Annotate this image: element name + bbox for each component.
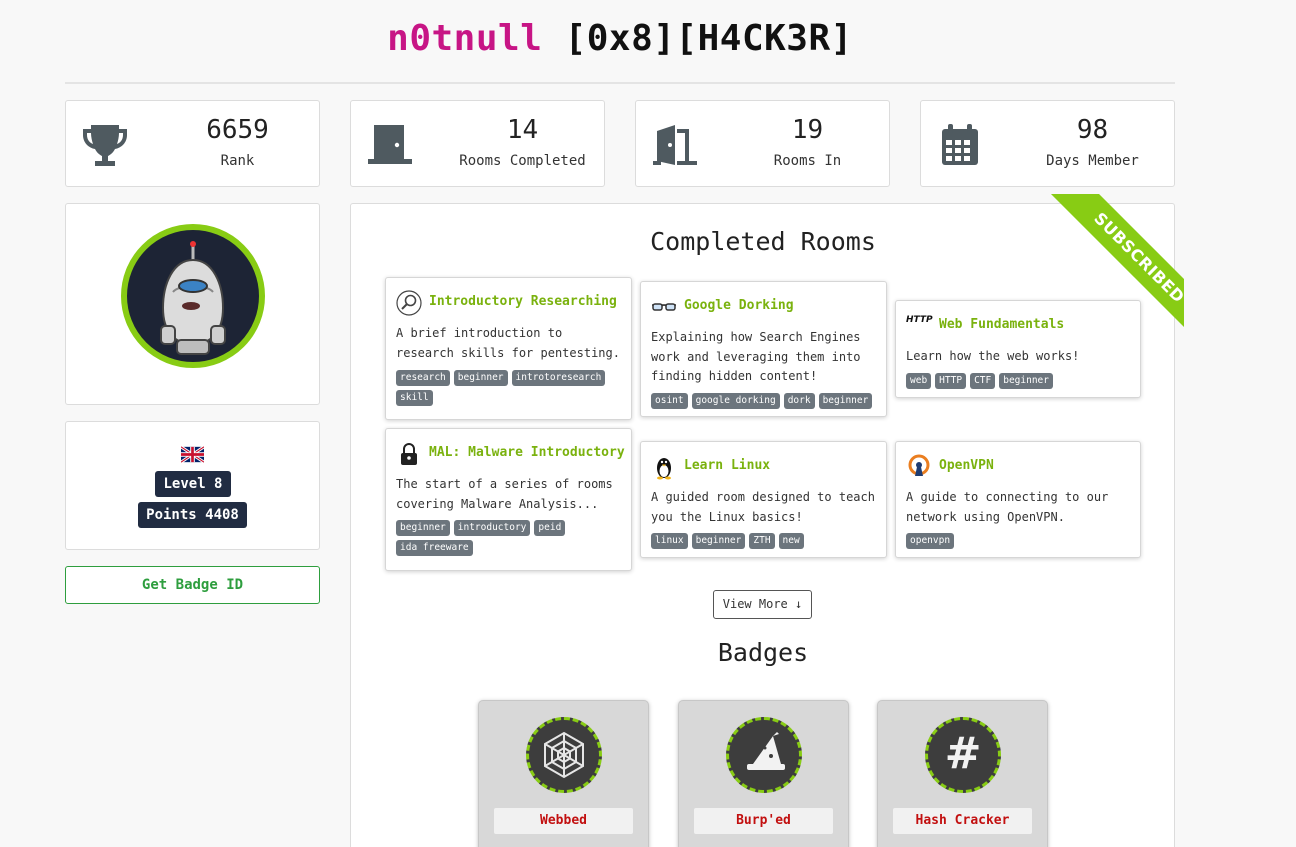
room-title[interactable]: Google Dorking (684, 298, 794, 313)
glasses-icon (652, 303, 676, 311)
room-description: A guided room designed to teach you the … (651, 490, 875, 524)
get-badge-id-button[interactable]: Get Badge ID (65, 566, 320, 604)
http-icon: HTTP (906, 315, 933, 325)
room-tags: research beginner introtoresearch skill (396, 370, 625, 406)
room-tag: ZTH (749, 533, 775, 549)
badge-circle: # (925, 717, 1001, 793)
room-tag: skill (396, 390, 433, 406)
room-tag: introductory (453, 520, 531, 536)
stat-card-rooms-completed: 14 Rooms Completed (350, 100, 605, 187)
room-tags: beginner introductory peid ida freeware (396, 520, 625, 556)
room-description: A brief introduction to research skills … (396, 326, 620, 360)
openvpn-icon (908, 454, 930, 476)
room-tag: research (396, 370, 450, 386)
room-tag: peid (534, 520, 566, 536)
room-tag: ida freeware (396, 540, 473, 556)
room-card[interactable]: MAL: Malware Introductory The start of a… (385, 428, 632, 571)
room-tag: beginner (818, 393, 873, 409)
level-panel: Level 8 Points 4408 (65, 421, 320, 550)
badges-heading: Badges (717, 638, 809, 667)
room-title[interactable]: OpenVPN (939, 458, 994, 473)
room-tag: linux (651, 533, 688, 549)
room-card[interactable]: Google Dorking Explaining how Search Eng… (640, 281, 887, 417)
room-tag: web (906, 373, 932, 389)
badge-card[interactable]: # Hash Cracker (877, 700, 1048, 847)
room-title[interactable]: Introductory Researching (429, 294, 617, 309)
room-tag: beginner (691, 533, 746, 549)
door-open-icon (653, 125, 697, 165)
room-description: The start of a series of rooms covering … (396, 477, 613, 511)
room-tag: CTF (970, 373, 996, 389)
room-title[interactable]: MAL: Malware Introductory (429, 445, 625, 460)
stat-card-days-member: 98 Days Member (920, 100, 1175, 187)
spiderweb-icon (544, 731, 584, 779)
room-tag: openvpn (906, 533, 955, 549)
page-title: n0tnull [0x8][H4CK3R] (0, 18, 1240, 59)
stat-value: 14 (506, 115, 539, 145)
subscribed-ribbon-label: SUBSCRIBED (1045, 194, 1184, 344)
badge-name: Hash Cracker (893, 808, 1032, 834)
room-tags: web HTTP CTF beginner (906, 373, 1134, 389)
stat-label: Rank (220, 153, 255, 169)
badge-name: Burp'ed (694, 808, 833, 834)
avatar (121, 224, 265, 368)
stat-value: 6659 (206, 115, 269, 145)
view-more-button[interactable]: View More ↓ (713, 590, 812, 619)
badge-name: Webbed (494, 808, 633, 834)
stat-value: 19 (791, 115, 824, 145)
room-tag: new (778, 533, 804, 549)
hash-icon: # (944, 728, 982, 779)
room-tag: osint (651, 393, 688, 409)
username: n0tnull (387, 18, 543, 59)
stat-label: Rooms Completed (459, 153, 586, 169)
door-closed-icon (368, 125, 412, 164)
avatar-panel (65, 203, 320, 405)
level-badge: Level 8 (155, 471, 231, 497)
tux-penguin-icon (657, 458, 671, 480)
room-tag: beginner (453, 370, 508, 386)
room-description: Explaining how Search Engines work and l… (651, 330, 861, 383)
uk-flag-icon (181, 446, 204, 463)
padlock-icon (401, 443, 417, 465)
magnifier-icon (396, 290, 422, 316)
room-tags: osint google dorking dork beginner (651, 393, 880, 409)
room-tag: introtoresearch (511, 370, 606, 386)
badge-card[interactable]: Webbed (478, 700, 649, 847)
room-tags: linux beginner ZTH new (651, 533, 880, 549)
room-card[interactable]: Learn Linux A guided room designed to te… (640, 441, 887, 558)
stat-value: 98 (1076, 115, 1109, 145)
room-description: A guide to connecting to our network usi… (906, 490, 1109, 524)
rank-title: [0x8][H4CK3R] (564, 18, 853, 59)
room-tag: beginner (396, 520, 450, 536)
stat-card-rooms-in: 19 Rooms In (635, 100, 890, 187)
room-tags: openvpn (906, 533, 1134, 549)
stat-card-rank: 6659 Rank (65, 100, 320, 187)
stat-label: Rooms In (773, 153, 842, 169)
subscribed-ribbon: SUBSCRIBED (1034, 194, 1184, 344)
stat-label: Days Member (1046, 153, 1139, 169)
badge-circle (726, 717, 802, 793)
room-tag: beginner (999, 373, 1053, 389)
main-panel: Completed Rooms Introductory Researching… (350, 194, 1184, 847)
room-description: Learn how the web works! (906, 349, 1080, 363)
header-divider (65, 82, 1175, 84)
room-title[interactable]: Learn Linux (684, 458, 770, 473)
badge-circle (526, 717, 602, 793)
robot-avatar-icon (160, 241, 226, 355)
wizard-hat-icon (747, 732, 785, 770)
room-card[interactable]: OpenVPN A guide to connecting to our net… (895, 441, 1141, 558)
room-tag: google dorking (691, 393, 780, 409)
room-tag: dork (783, 393, 815, 409)
room-tag: HTTP (935, 373, 967, 389)
room-card[interactable]: Introductory Researching A brief introdu… (385, 277, 632, 420)
points-badge: Points 4408 (138, 502, 247, 528)
calendar-icon (942, 124, 978, 165)
trophy-icon (83, 125, 127, 166)
badge-card[interactable]: Burp'ed (678, 700, 849, 847)
